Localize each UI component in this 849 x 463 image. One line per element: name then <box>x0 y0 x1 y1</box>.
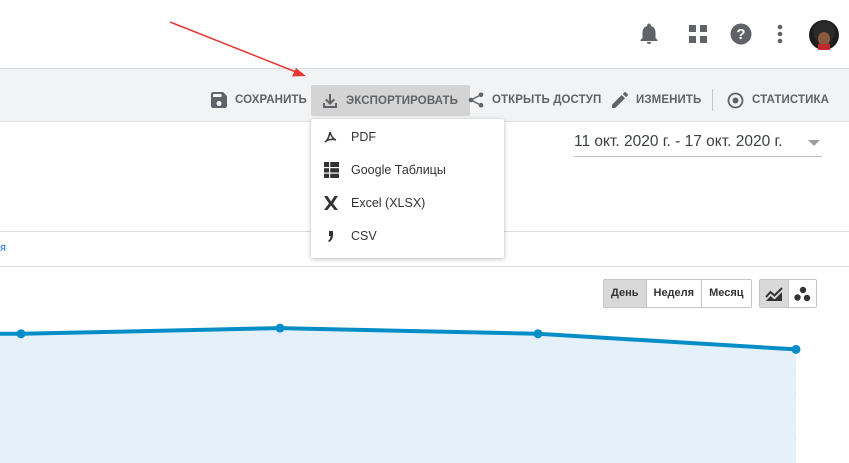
export-csv-label: CSV <box>351 228 377 243</box>
export-pdf-item[interactable]: PDF <box>311 120 504 153</box>
export-google-sheets-label: Google Таблицы <box>351 162 446 177</box>
excel-icon <box>311 195 351 211</box>
section-divider <box>0 266 849 267</box>
chart-point[interactable] <box>533 329 543 339</box>
export-excel-label: Excel (XLSX) <box>351 195 426 210</box>
tab-link[interactable]: я <box>0 242 6 254</box>
date-range-dropdown-icon[interactable] <box>808 140 820 146</box>
export-excel-item[interactable]: Excel (XLSX) <box>311 186 504 219</box>
export-csv-item[interactable]: CSV <box>311 219 504 252</box>
chart-area-fill <box>0 328 796 463</box>
chart-point[interactable] <box>275 323 285 333</box>
annotation-arrow <box>169 21 306 77</box>
date-range-picker[interactable]: 11 окт. 2020 г. - 17 окт. 2020 г. <box>574 133 783 151</box>
export-dropdown-menu: PDF Google Таблицы Excel (XLSX) CSV <box>311 119 504 258</box>
pdf-icon <box>311 128 351 146</box>
chart-point[interactable] <box>791 344 801 354</box>
date-range-underline <box>574 156 822 157</box>
chart-point[interactable] <box>16 329 26 339</box>
export-pdf-label: PDF <box>351 129 376 144</box>
csv-icon <box>311 229 351 243</box>
sessions-area-chart <box>0 323 801 463</box>
export-google-sheets-item[interactable]: Google Таблицы <box>311 153 504 186</box>
sheets-icon <box>311 161 351 178</box>
